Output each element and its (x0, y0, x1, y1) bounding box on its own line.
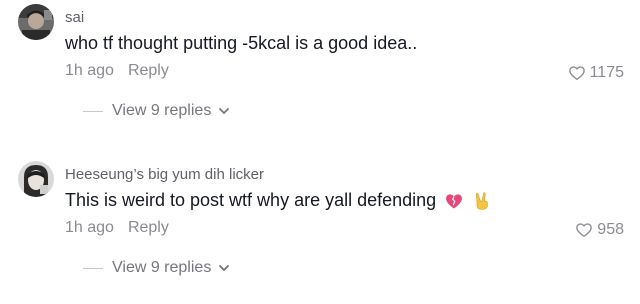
view-replies-label: View 9 replies (112, 259, 212, 276)
view-replies-label: View 9 replies (112, 102, 212, 119)
comment-meta: 1h ago Reply (65, 219, 169, 237)
heart-outline-icon (568, 64, 586, 82)
comment-text: who tf thought putting -5kcal is a good … (65, 33, 417, 54)
like-count: 1175 (589, 64, 624, 81)
user-avatar-icon[interactable] (18, 161, 54, 197)
broken-heart-icon (444, 191, 464, 211)
user-avatar-icon[interactable] (18, 4, 54, 40)
chevron-down-icon (217, 104, 231, 118)
like-button[interactable]: 958 (575, 221, 624, 239)
replies-divider (83, 267, 103, 269)
comment-text: This is weird to post wtf why are yall d… (65, 190, 492, 211)
comment-time: 1h ago (65, 219, 114, 236)
chevron-down-icon (217, 261, 231, 275)
comment-text-body: This is weird to post wtf why are yall d… (65, 190, 437, 210)
victory-hand-icon (472, 191, 492, 211)
comment-time: 1h ago (65, 62, 114, 79)
comment-meta: 1h ago Reply (65, 62, 169, 80)
comment-text-body: who tf thought putting -5kcal is a good … (65, 33, 418, 53)
view-replies-button[interactable]: View 9 replies (83, 259, 231, 277)
view-replies-button[interactable]: View 9 replies (83, 102, 231, 120)
replies-divider (83, 110, 103, 112)
comment-username[interactable]: Heeseung’s big yum dih licker (65, 166, 264, 183)
heart-outline-icon (575, 221, 593, 239)
reply-button[interactable]: Reply (128, 62, 169, 80)
comment-username[interactable]: sai (65, 9, 84, 26)
like-button[interactable]: 1175 (568, 64, 624, 82)
like-count: 958 (597, 221, 624, 238)
reply-button[interactable]: Reply (128, 219, 169, 237)
